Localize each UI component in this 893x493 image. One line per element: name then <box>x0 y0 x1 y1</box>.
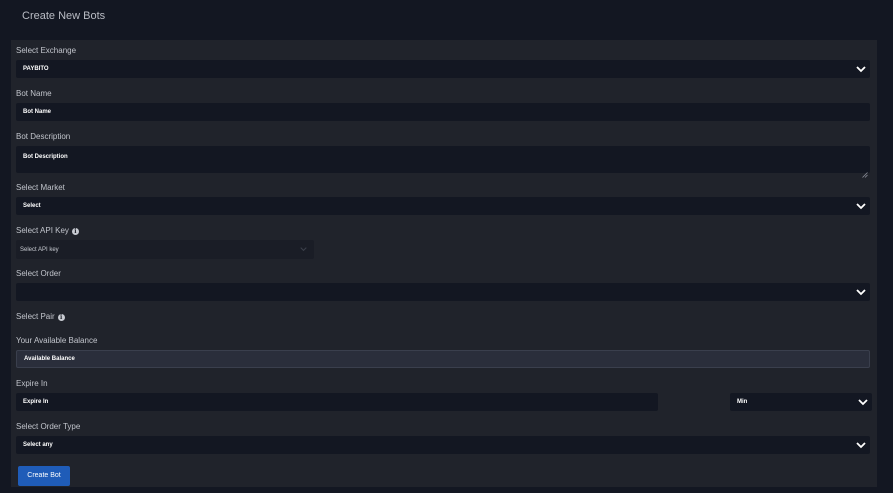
bot-description-label: Bot Description <box>16 132 71 141</box>
exchange-select-value: PAYBITO <box>23 66 49 72</box>
create-bot-button[interactable]: Create Bot <box>18 466 70 486</box>
market-label: Select Market <box>16 183 65 192</box>
expire-input[interactable]: Expire In <box>16 393 658 411</box>
expire-unit-value: Min <box>737 399 748 405</box>
bot-name-placeholder: Bot Name <box>23 109 52 115</box>
exchange-select[interactable]: PAYBITO <box>16 60 870 78</box>
pair-label-text: Select Pair <box>16 312 55 321</box>
chevron-down-icon <box>856 442 866 449</box>
page-header: Create New Bots <box>0 0 893 33</box>
balance-field: Available Balance <box>16 350 870 368</box>
chevron-down-icon <box>856 203 866 210</box>
chevron-down-icon <box>858 399 868 406</box>
balance-label: Your Available Balance <box>16 336 98 345</box>
exchange-label: Select Exchange <box>16 46 77 55</box>
expire-placeholder: Expire In <box>23 399 49 405</box>
chevron-down-icon <box>856 66 866 73</box>
order-select[interactable] <box>16 283 870 301</box>
info-icon[interactable]: i <box>71 228 79 235</box>
order-type-select-value: Select any <box>23 442 53 448</box>
api-key-select[interactable]: Select API key <box>16 240 314 259</box>
order-label: Select Order <box>16 269 61 278</box>
market-select[interactable]: Select <box>16 197 870 215</box>
expire-unit-select[interactable]: Min <box>730 393 872 411</box>
order-type-select[interactable]: Select any <box>16 436 870 454</box>
expire-label: Expire In <box>16 379 48 388</box>
bot-description-textarea[interactable]: Bot Description <box>16 146 870 178</box>
chevron-down-icon <box>856 289 866 296</box>
info-icon[interactable]: i <box>57 314 65 321</box>
api-key-label-text: Select API Key <box>16 226 69 235</box>
pair-label: Select Pair i <box>16 312 65 321</box>
bot-name-input[interactable]: Bot Name <box>16 103 870 121</box>
bot-name-label: Bot Name <box>16 89 52 98</box>
chevron-down-icon <box>300 246 310 253</box>
api-key-select-value: Select API key <box>20 246 59 253</box>
balance-value: Available Balance <box>24 356 75 362</box>
page-title: Create New Bots <box>22 10 106 22</box>
order-type-label: Select Order Type <box>16 422 81 431</box>
api-key-label: Select API Key i <box>16 226 79 235</box>
market-select-value: Select <box>23 203 41 209</box>
resize-handle-icon[interactable] <box>862 165 868 178</box>
bot-description-placeholder: Bot Description <box>23 154 68 160</box>
